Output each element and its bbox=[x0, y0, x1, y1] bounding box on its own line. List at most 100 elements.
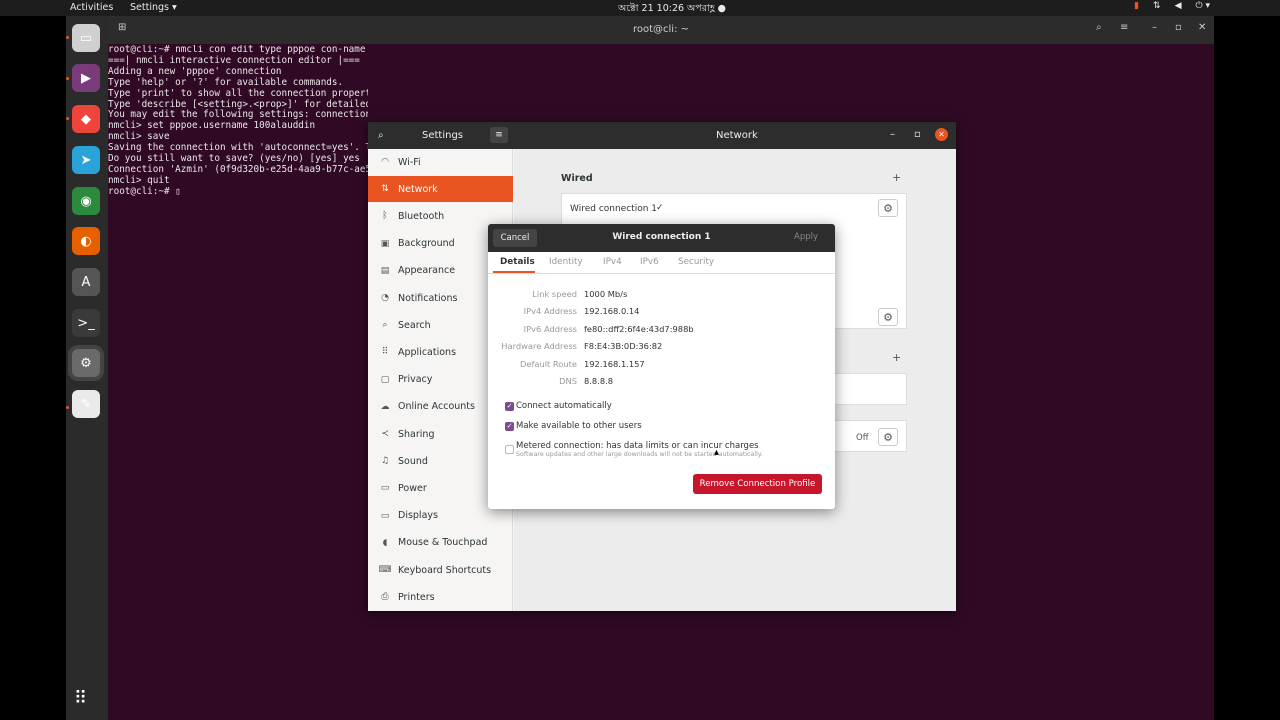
sidebar-item-label: Applications bbox=[398, 346, 457, 358]
close-icon[interactable]: ✕ bbox=[1198, 22, 1206, 33]
network-status-icon: ⇅ bbox=[1153, 1, 1161, 11]
tab-details-underline bbox=[493, 271, 535, 273]
sidebar-item-label: Privacy bbox=[398, 374, 433, 386]
maximize-icon[interactable]: ▫ bbox=[914, 129, 921, 140]
terminal-line: Type 'help' or '?' for available command… bbox=[108, 76, 344, 88]
files-icon[interactable]: ▭ bbox=[72, 24, 100, 52]
power-menu-icon: ⏻ ▾ bbox=[1195, 1, 1211, 11]
bluetooth-icon: ᛒ bbox=[382, 211, 388, 222]
tab-ipv4[interactable]: IPv4 bbox=[603, 257, 622, 267]
sidebar-item-printers[interactable]: ⎙ Printers bbox=[368, 584, 513, 610]
menu-icon[interactable]: ≡ bbox=[1120, 22, 1128, 33]
hamburger-icon[interactable]: ≡ bbox=[490, 127, 508, 143]
proxy-status: Off bbox=[856, 433, 869, 443]
connection-dialog: Cancel Wired connection 1 Apply Details … bbox=[488, 224, 835, 509]
sidebar-item-keyboard-shortcuts[interactable]: ⌨ Keyboard Shortcuts bbox=[368, 557, 513, 583]
detail-value: 192.168.0.14 bbox=[584, 306, 640, 317]
sidebar-item-mouse-touchpad[interactable]: ◖ Mouse & Touchpad bbox=[368, 530, 513, 556]
connect-automatically-checkbox[interactable]: ✓ bbox=[505, 402, 514, 411]
metered-checkbox[interactable] bbox=[505, 445, 514, 454]
search-icon[interactable]: ⌕ bbox=[378, 130, 384, 141]
firefox-icon[interactable]: ◐ bbox=[72, 227, 100, 255]
close-icon[interactable]: ✕ bbox=[935, 128, 948, 141]
sidebar-item-label: Online Accounts bbox=[398, 401, 475, 413]
sidebar-item-wi-fi[interactable]: ◠ Wi-Fi bbox=[368, 149, 513, 175]
detail-value: 1000 Mb/s bbox=[584, 289, 628, 299]
terminal-line: root@cli:~# ▯ bbox=[108, 185, 181, 197]
wired-settings-gear-icon[interactable]: ⚙ bbox=[878, 199, 898, 217]
sound-icon: ♫ bbox=[380, 456, 390, 467]
sidebar-item-label: Sharing bbox=[398, 428, 435, 440]
record-icon: ▮ bbox=[1134, 1, 1140, 11]
tab-details[interactable]: Details bbox=[500, 257, 535, 267]
telegram-icon[interactable]: ➤ bbox=[72, 146, 100, 174]
minimize-icon[interactable]: – bbox=[1152, 22, 1157, 33]
apps-icon: ⠿ bbox=[381, 347, 389, 358]
minimize-icon[interactable]: – bbox=[890, 129, 895, 140]
sidebar-item-network[interactable]: ⇅ Network bbox=[368, 176, 513, 203]
volume-icon: ◀ bbox=[1174, 1, 1182, 11]
sidebar-item-label: Mouse & Touchpad bbox=[398, 537, 488, 549]
second-gear-icon[interactable]: ⚙ bbox=[878, 308, 898, 326]
text-editor-icon[interactable]: ✎ bbox=[72, 390, 100, 418]
wired-connection-name: Wired connection 1 bbox=[570, 204, 657, 214]
add-wired-icon[interactable]: + bbox=[892, 171, 901, 184]
software-icon[interactable]: A bbox=[72, 268, 100, 296]
settings-icon[interactable]: ⚙ bbox=[72, 349, 100, 377]
detail-key: IPv6 Address bbox=[523, 323, 577, 334]
proxy-gear-icon[interactable]: ⚙ bbox=[878, 428, 898, 446]
background-icon: ▣ bbox=[380, 238, 390, 249]
terminal-icon[interactable]: >_ bbox=[72, 309, 100, 337]
tab-security[interactable]: Security bbox=[678, 257, 714, 267]
detail-value: 192.168.1.157 bbox=[584, 358, 645, 369]
dock-left-margin bbox=[0, 16, 66, 720]
system-tray[interactable]: ▮ ⇅ ◀ ⏻ ▾ bbox=[1134, 1, 1210, 11]
network-icon: ⇅ bbox=[381, 184, 389, 195]
connected-check-icon: ✓ bbox=[656, 203, 664, 213]
bell-icon: ◔ bbox=[381, 293, 389, 303]
sidebar-item-label: Network bbox=[398, 183, 438, 195]
cloud-icon: ☁ bbox=[380, 401, 390, 412]
settings-headerbar: ⌕ Settings ≡ Network – ▫ ✕ bbox=[368, 122, 956, 149]
clock[interactable]: অক্টো 21 10:26 অপরাহ্ণ ● bbox=[618, 2, 726, 17]
video-icon[interactable]: ▶ bbox=[72, 64, 100, 92]
available-users-checkbox[interactable]: ✓ bbox=[505, 422, 514, 431]
chrome-icon[interactable]: ◉ bbox=[72, 187, 100, 215]
detail-key: Link speed bbox=[532, 289, 577, 299]
running-indicator bbox=[66, 406, 69, 409]
terminal-titlebar: ⊞ root@cli: ~ ⌕ ≡ – ▫ ✕ bbox=[108, 16, 1214, 44]
tab-identity[interactable]: Identity bbox=[549, 257, 583, 267]
detail-key: IPv4 Address bbox=[523, 306, 577, 317]
tab-ipv6[interactable]: IPv6 bbox=[640, 257, 659, 267]
metered-label: Metered connection: has data limits or c… bbox=[516, 441, 759, 451]
sidebar-item-label: Wi-Fi bbox=[398, 156, 421, 168]
metered-sublabel: Software updates and other large downloa… bbox=[516, 451, 763, 458]
apply-button[interactable]: Apply bbox=[794, 232, 818, 242]
privacy-icon: ▢ bbox=[380, 374, 390, 385]
detail-key: Default Route bbox=[519, 358, 577, 369]
running-indicator bbox=[66, 117, 69, 120]
show-apps-icon[interactable]: ⠿ bbox=[74, 688, 87, 709]
remove-connection-button[interactable]: Remove Connection Profile bbox=[693, 474, 822, 494]
sidebar-item-label: Appearance bbox=[398, 265, 456, 277]
maximize-icon[interactable]: ▫ bbox=[1175, 22, 1182, 33]
share-icon: ≺ bbox=[381, 429, 389, 439]
mouse-cursor: ▴ bbox=[714, 447, 720, 458]
sidebar-item-label: Search bbox=[398, 319, 431, 331]
terminal-title: root@cli: ~ bbox=[632, 24, 690, 35]
search-icon[interactable]: ⌕ bbox=[1096, 22, 1102, 33]
printer-icon: ⎙ bbox=[381, 592, 389, 603]
detail-value: 8.8.8.8 bbox=[584, 376, 614, 386]
wifi-icon: ◠ bbox=[381, 157, 389, 167]
app-menu[interactable]: Settings ▾ bbox=[130, 2, 177, 13]
activities-button[interactable]: Activities bbox=[70, 2, 113, 13]
dialog-header: Cancel Wired connection 1 Apply bbox=[488, 224, 835, 252]
add-vpn-icon[interactable]: + bbox=[892, 351, 901, 364]
sidebar-item-label: Background bbox=[398, 238, 455, 250]
settings-title: Settings bbox=[422, 130, 464, 141]
detail-key: Hardware Address bbox=[501, 341, 577, 352]
anydesk-icon[interactable]: ◆ bbox=[72, 105, 100, 133]
running-indicator bbox=[66, 36, 69, 39]
detail-value: fe80::dff2:6f4e:43d7:988b bbox=[584, 323, 694, 334]
available-users-label: Make available to other users bbox=[516, 421, 642, 431]
